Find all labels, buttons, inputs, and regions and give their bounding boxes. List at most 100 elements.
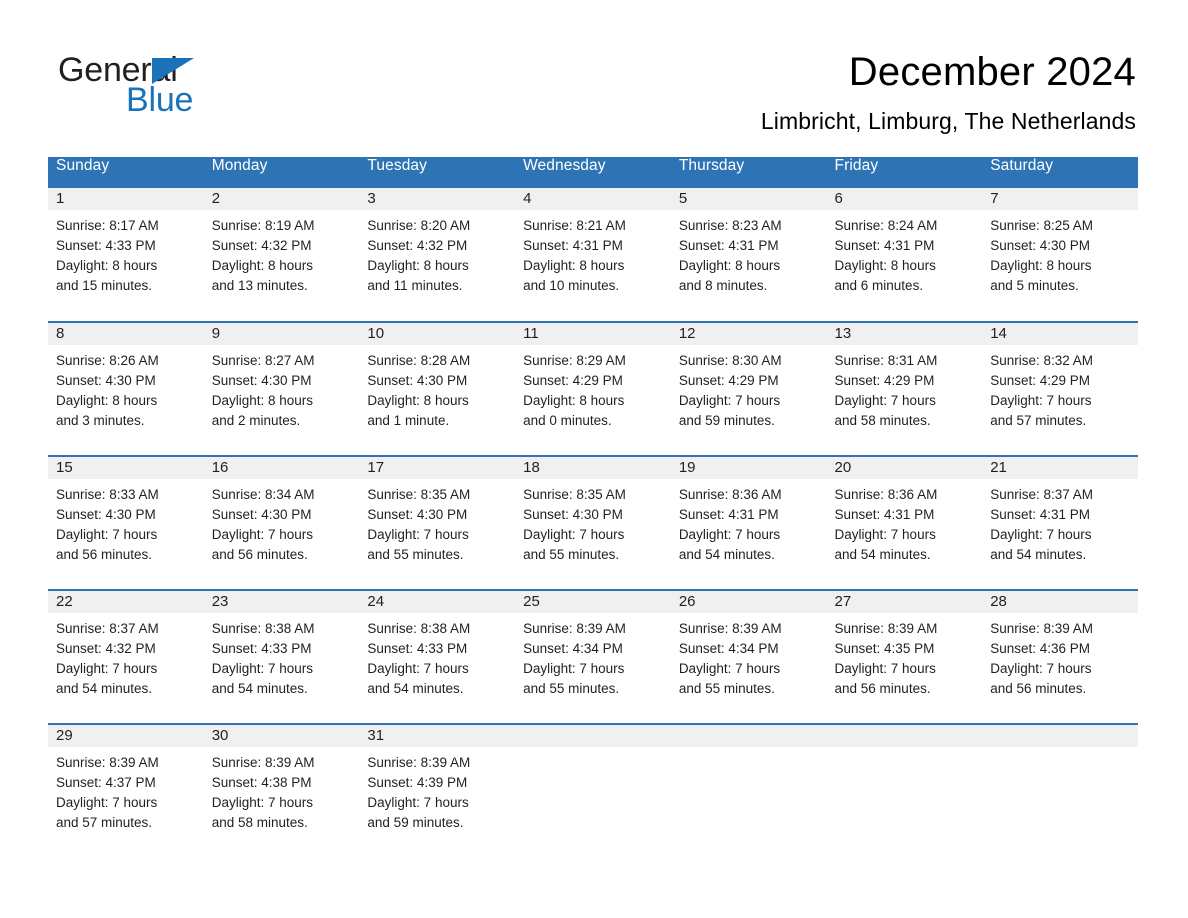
day-details: Sunrise: 8:27 AM Sunset: 4:30 PM Daylight:…	[204, 345, 360, 431]
weekday-header-saturday: Saturday	[982, 157, 1138, 188]
sunrise-text: Sunrise: 8:32 AM	[990, 353, 1094, 368]
daylight-text-line2: and 54 minutes.	[56, 681, 153, 696]
sunset-text: Sunset: 4:29 PM	[678, 373, 779, 388]
day-cell[interactable]: 14 Sunrise: 8:32 AM Sunset: 4:29 PM Dayligh…	[982, 321, 1138, 456]
day-cell[interactable]: 27 Sunrise: 8:39 AM Sunset: 4:35 PM Dayligh…	[826, 589, 983, 724]
day-details: Sunrise: 8:30 AM Sunset: 4:29 PM Daylight:…	[671, 345, 827, 431]
day-number: 18	[515, 457, 671, 479]
day-number: 8	[48, 323, 204, 345]
day-details: Sunrise: 8:21 AM Sunset: 4:31 PM Daylight:…	[515, 210, 671, 296]
sunrise-text: Sunrise: 8:29 AM	[523, 353, 626, 368]
day-details: Sunrise: 8:39 AM Sunset: 4:37 PM Daylight:…	[48, 747, 204, 833]
day-cell[interactable]: 7 Sunrise: 8:25 AM Sunset: 4:30 PM Daylight…	[982, 188, 1138, 322]
day-cell[interactable]: 25 Sunrise: 8:39 AM Sunset: 4:34 PM Dayligh…	[515, 589, 671, 724]
general-blue-logo[interactable]: General Blue	[58, 52, 398, 132]
day-cell[interactable]: 12 Sunrise: 8:30 AM Sunset: 4:29 PM Dayligh…	[670, 321, 827, 456]
daylight-text-line1: Daylight: 7 hours	[834, 393, 936, 408]
sunset-text: Sunset: 4:30 PM	[367, 373, 468, 388]
day-cell[interactable]: 30 Sunrise: 8:39 AM Sunset: 4:38 PM Dayligh…	[203, 723, 360, 858]
day-number: 24	[359, 591, 516, 613]
day-cell[interactable]: 8 Sunrise: 8:26 AM Sunset: 4:30 PM Daylight…	[48, 321, 204, 456]
day-details: Sunrise: 8:39 AM Sunset: 4:35 PM Daylight:…	[827, 613, 983, 699]
day-cell[interactable]: 20 Sunrise: 8:36 AM Sunset: 4:31 PM Dayligh…	[826, 455, 983, 590]
day-cell[interactable]: 13 Sunrise: 8:31 AM Sunset: 4:29 PM Dayligh…	[826, 321, 983, 456]
day-cell[interactable]: 15 Sunrise: 8:33 AM Sunset: 4:30 PM Dayligh…	[48, 455, 204, 590]
sunrise-text: Sunrise: 8:25 AM	[990, 218, 1094, 233]
day-cell[interactable]: 16 Sunrise: 8:34 AM Sunset: 4:30 PM Dayligh…	[203, 455, 360, 590]
day-cell[interactable]: 4 Sunrise: 8:21 AM Sunset: 4:31 PM Daylight…	[515, 188, 671, 322]
day-number: 4	[515, 188, 671, 210]
page-title: December 2024	[848, 50, 1136, 94]
daylight-text-line2: and 55 minutes.	[367, 547, 464, 562]
day-details: Sunrise: 8:38 AM Sunset: 4:33 PM Daylight:…	[204, 613, 360, 699]
sunset-text: Sunset: 4:33 PM	[367, 641, 468, 656]
daylight-text-line2: and 54 minutes.	[211, 681, 308, 696]
day-details: Sunrise: 8:38 AM Sunset: 4:33 PM Daylight:…	[359, 613, 515, 699]
sunrise-text: Sunrise: 8:23 AM	[678, 218, 782, 233]
daylight-text-line2: and 10 minutes.	[523, 278, 620, 293]
day-cell[interactable]: 29 Sunrise: 8:39 AM Sunset: 4:37 PM Dayligh…	[48, 723, 204, 858]
day-cell[interactable]: 28 Sunrise: 8:39 AM Sunset: 4:36 PM Dayligh…	[982, 589, 1138, 724]
day-cell[interactable]: 5 Sunrise: 8:23 AM Sunset: 4:31 PM Daylight…	[670, 188, 827, 322]
day-cell[interactable]: 3 Sunrise: 8:20 AM Sunset: 4:32 PM Daylight…	[359, 188, 516, 322]
day-number: 22	[48, 591, 204, 613]
day-cell[interactable]: 26 Sunrise: 8:39 AM Sunset: 4:34 PM Dayligh…	[670, 589, 827, 724]
title-block: December 2024 Limbricht, Limburg, The Ne…	[761, 48, 1136, 136]
day-cell[interactable]: 11 Sunrise: 8:29 AM Sunset: 4:29 PM Dayligh…	[515, 321, 671, 456]
daylight-text-line2: and 56 minutes.	[56, 547, 153, 562]
daylight-text-line1: Daylight: 8 hours	[56, 393, 158, 408]
sunrise-text: Sunrise: 8:24 AM	[834, 218, 938, 233]
daylight-text-line2: and 55 minutes.	[523, 681, 620, 696]
daylight-text-line2: and 57 minutes.	[56, 815, 153, 830]
sunrise-text: Sunrise: 8:35 AM	[523, 487, 626, 502]
day-cell[interactable]: 9 Sunrise: 8:27 AM Sunset: 4:30 PM Daylight…	[203, 321, 360, 456]
sunrise-text: Sunrise: 8:39 AM	[523, 621, 626, 636]
sunset-text: Sunset: 4:35 PM	[834, 641, 935, 656]
day-cell[interactable]: 18 Sunrise: 8:35 AM Sunset: 4:30 PM Dayligh…	[515, 455, 671, 590]
day-cell[interactable]: 17 Sunrise: 8:35 AM Sunset: 4:30 PM Dayligh…	[359, 455, 516, 590]
sunset-text: Sunset: 4:33 PM	[56, 238, 156, 253]
day-number: 10	[359, 323, 516, 345]
day-details: Sunrise: 8:36 AM Sunset: 4:31 PM Daylight:…	[671, 479, 827, 565]
day-cell[interactable]: 31 Sunrise: 8:39 AM Sunset: 4:39 PM Dayligh…	[359, 723, 516, 858]
calendar-header-row: Sunday Monday Tuesday Wednesday Thursday Frid…	[48, 157, 1138, 188]
day-number: 13	[826, 323, 983, 345]
daylight-text-line1: Daylight: 7 hours	[834, 527, 936, 542]
day-details: Sunrise: 8:17 AM Sunset: 4:33 PM Daylight:…	[48, 210, 204, 296]
sunset-text: Sunset: 4:37 PM	[56, 775, 156, 790]
sunrise-text: Sunrise: 8:31 AM	[834, 353, 938, 368]
day-cell[interactable]: 22 Sunrise: 8:37 AM Sunset: 4:32 PM Dayligh…	[48, 589, 204, 724]
calendar-table: Sunday Monday Tuesday Wednesday Thursday Frid…	[48, 157, 1138, 858]
day-number: 14	[982, 323, 1138, 345]
sunrise-text: Sunrise: 8:37 AM	[990, 487, 1094, 502]
day-cell[interactable]: 23 Sunrise: 8:38 AM Sunset: 4:33 PM Dayligh…	[203, 589, 360, 724]
weekday-header-thursday: Thursday	[670, 157, 827, 188]
sunrise-text: Sunrise: 8:39 AM	[211, 755, 315, 770]
daylight-text-line1: Daylight: 7 hours	[834, 661, 936, 676]
day-number: 15	[48, 457, 204, 479]
weekday-header-sunday: Sunday	[48, 157, 204, 188]
day-details: Sunrise: 8:37 AM Sunset: 4:31 PM Daylight:…	[982, 479, 1138, 565]
day-cell[interactable]: 2 Sunrise: 8:19 AM Sunset: 4:32 PM Daylight…	[203, 188, 360, 322]
sunset-text: Sunset: 4:36 PM	[990, 641, 1091, 656]
sunset-text: Sunset: 4:38 PM	[211, 775, 312, 790]
day-cell[interactable]: 6 Sunrise: 8:24 AM Sunset: 4:31 PM Daylight…	[826, 188, 983, 322]
day-cell[interactable]: 21 Sunrise: 8:37 AM Sunset: 4:31 PM Dayligh…	[982, 455, 1138, 590]
sunrise-text: Sunrise: 8:39 AM	[56, 755, 159, 770]
day-details: Sunrise: 8:39 AM Sunset: 4:38 PM Daylight:…	[204, 747, 360, 833]
daylight-text-line1: Daylight: 7 hours	[678, 393, 781, 408]
day-cell[interactable]: 19 Sunrise: 8:36 AM Sunset: 4:31 PM Dayligh…	[670, 455, 827, 590]
sunrise-text: Sunrise: 8:38 AM	[367, 621, 471, 636]
sunset-text: Sunset: 4:30 PM	[990, 238, 1091, 253]
sunset-text: Sunset: 4:31 PM	[523, 238, 623, 253]
page-subtitle: Limbricht, Limburg, The Netherlands	[760, 108, 1136, 134]
calendar-week-row: 8 Sunrise: 8:26 AM Sunset: 4:30 PM Daylight…	[48, 321, 1138, 456]
sunset-text: Sunset: 4:29 PM	[990, 373, 1091, 388]
day-number: 3	[359, 188, 516, 210]
sunrise-text: Sunrise: 8:35 AM	[367, 487, 471, 502]
day-number: 17	[359, 457, 516, 479]
day-cell[interactable]: 1 Sunrise: 8:17 AM Sunset: 4:33 PM Daylight…	[48, 188, 204, 322]
day-cell[interactable]: 24 Sunrise: 8:38 AM Sunset: 4:33 PM Dayligh…	[359, 589, 516, 724]
day-cell-empty	[515, 723, 671, 858]
day-cell[interactable]: 10 Sunrise: 8:28 AM Sunset: 4:30 PM Dayligh…	[359, 321, 516, 456]
